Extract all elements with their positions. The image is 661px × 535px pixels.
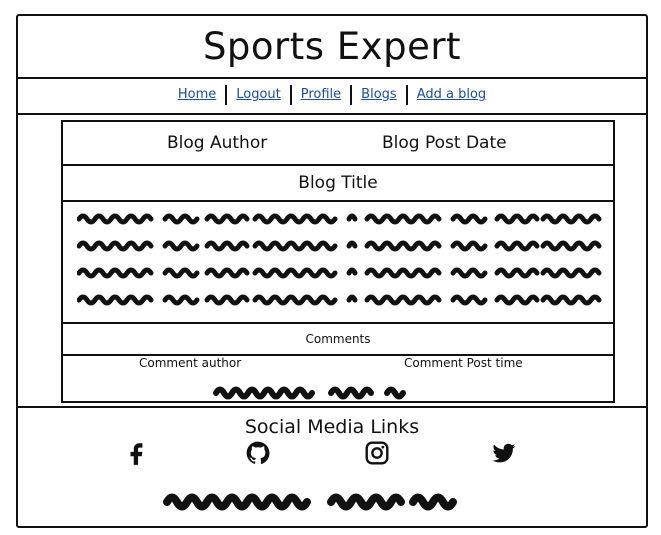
blog-title-row: Blog Title	[63, 166, 613, 202]
comments-header: Comments	[63, 324, 613, 356]
nav-link-profile[interactable]: Profile	[292, 85, 350, 105]
instagram-icon[interactable]	[364, 440, 390, 466]
footer-text-scribble	[163, 493, 457, 511]
comment-meta-row: Comment author Comment Post time	[63, 356, 613, 374]
blog-post-card: Blog Author Blog Post Date Blog Title Co…	[61, 120, 615, 403]
twitter-icon[interactable]	[491, 440, 517, 466]
social-media-title: Social Media Links	[244, 416, 420, 438]
blog-title: Blog Title	[298, 173, 378, 193]
site-header: Sports Expert	[18, 16, 646, 79]
nav-link-home[interactable]: Home	[169, 85, 225, 105]
blog-post-date-label: Blog Post Date	[382, 133, 507, 153]
nav-link-logout[interactable]: Logout	[227, 85, 290, 105]
comment-post-time-label: Comment Post time	[404, 356, 523, 370]
page-frame: Sports Expert Home Logout Profile Blogs …	[16, 14, 648, 528]
blog-meta-row: Blog Author Blog Post Date	[63, 122, 613, 166]
comment-author-label: Comment author	[139, 356, 242, 370]
facebook-icon[interactable]	[124, 440, 150, 466]
blog-author-label: Blog Author	[167, 133, 268, 153]
github-icon[interactable]	[245, 440, 271, 466]
comments-label: Comments	[305, 332, 371, 346]
comment-body-scribble	[213, 386, 406, 400]
scribble-text-line	[77, 294, 602, 306]
nav-link-blogs[interactable]: Blogs	[352, 85, 406, 105]
main-nav: Home Logout Profile Blogs Add a blog	[18, 77, 646, 115]
blog-content-placeholder	[63, 202, 613, 324]
site-footer: Social Media Links	[18, 406, 646, 528]
scribble-text-line	[77, 267, 602, 279]
site-title: Sports Expert	[202, 25, 462, 68]
nav-link-add-blog[interactable]: Add a blog	[408, 85, 495, 105]
scribble-text-line	[77, 240, 602, 252]
scribble-text-line	[77, 213, 602, 225]
